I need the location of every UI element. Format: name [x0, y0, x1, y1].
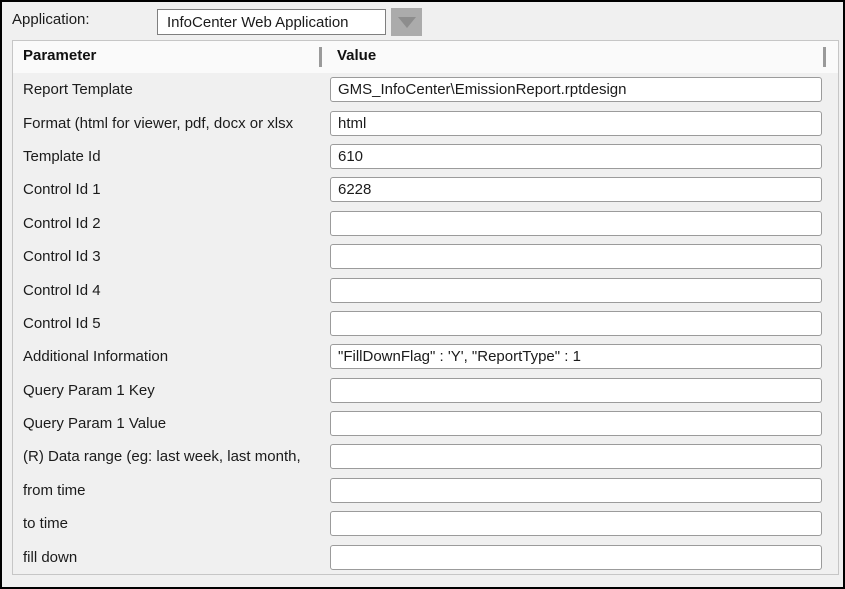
table-row: Template Id: [13, 140, 838, 173]
table-row: Control Id 3: [13, 240, 838, 273]
parameter-label: fill down: [13, 549, 330, 566]
value-input[interactable]: [330, 77, 822, 102]
parameter-label: (R) Data range (eg: last week, last mont…: [13, 448, 330, 465]
value-input[interactable]: [330, 177, 822, 202]
table-row: fill down: [13, 540, 838, 573]
table-row: Report Template: [13, 73, 838, 106]
column-header-value: Value: [337, 47, 376, 64]
table-row: to time: [13, 507, 838, 540]
parameter-label: Query Param 1 Key: [13, 382, 330, 399]
parameter-label: Control Id 1: [13, 181, 330, 198]
parameter-label: Control Id 4: [13, 282, 330, 299]
value-input[interactable]: [330, 244, 822, 269]
application-dropdown-button[interactable]: [391, 8, 422, 36]
value-input[interactable]: [330, 211, 822, 236]
table-row: Control Id 1: [13, 173, 838, 206]
value-input[interactable]: [330, 344, 822, 369]
application-selector-bar: Application: InfoCenter Web Application: [2, 2, 843, 40]
column-splitter[interactable]: [319, 47, 322, 67]
application-dropdown-selected: InfoCenter Web Application: [167, 14, 349, 31]
application-dropdown[interactable]: InfoCenter Web Application: [157, 9, 386, 35]
parameter-label: Control Id 2: [13, 215, 330, 232]
parameter-editor-window: Application: InfoCenter Web Application …: [0, 0, 845, 589]
table-row: Control Id 2: [13, 207, 838, 240]
table-row: Control Id 5: [13, 307, 838, 340]
parameter-label: Format (html for viewer, pdf, docx or xl…: [13, 115, 330, 132]
parameter-label: Template Id: [13, 148, 330, 165]
table-row: Format (html for viewer, pdf, docx or xl…: [13, 106, 838, 139]
parameter-table-header: Parameter Value: [13, 41, 838, 73]
parameter-label: Control Id 5: [13, 315, 330, 332]
parameter-label: Control Id 3: [13, 248, 330, 265]
value-input[interactable]: [330, 478, 822, 503]
parameter-label: from time: [13, 482, 330, 499]
value-input[interactable]: [330, 511, 822, 536]
parameter-label: Additional Information: [13, 348, 330, 365]
value-input[interactable]: [330, 378, 822, 403]
value-input[interactable]: [330, 144, 822, 169]
parameter-table-body: Report Template Format (html for viewer,…: [13, 73, 838, 574]
value-input[interactable]: [330, 278, 822, 303]
table-row: Query Param 1 Value: [13, 407, 838, 440]
table-row: Control Id 4: [13, 273, 838, 306]
chevron-down-icon: [398, 17, 416, 28]
parameter-label: to time: [13, 515, 330, 532]
column-splitter[interactable]: [823, 47, 826, 67]
parameter-label: Report Template: [13, 81, 330, 98]
column-header-parameter: Parameter: [23, 47, 96, 64]
value-input[interactable]: [330, 545, 822, 570]
value-input[interactable]: [330, 111, 822, 136]
application-label: Application:: [12, 11, 90, 28]
value-input[interactable]: [330, 311, 822, 336]
value-input[interactable]: [330, 444, 822, 469]
table-row: (R) Data range (eg: last week, last mont…: [13, 440, 838, 473]
table-row: from time: [13, 474, 838, 507]
table-row: Additional Information: [13, 340, 838, 373]
table-row: Query Param 1 Key: [13, 374, 838, 407]
parameter-label: Query Param 1 Value: [13, 415, 330, 432]
value-input[interactable]: [330, 411, 822, 436]
parameter-table: Parameter Value Report Template Format (…: [12, 40, 839, 575]
